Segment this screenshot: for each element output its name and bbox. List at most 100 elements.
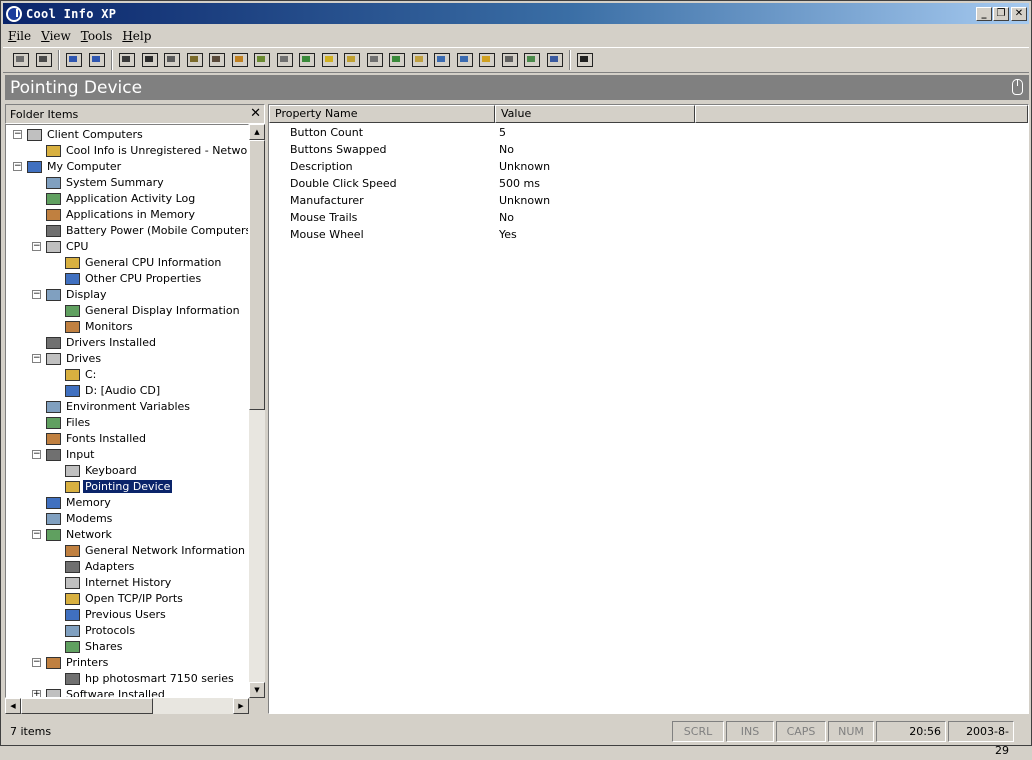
- tree-item[interactable]: − Display: [32, 286, 109, 302]
- toolbar-button-log[interactable]: [140, 50, 160, 70]
- tree-item-label: C:: [85, 367, 97, 381]
- scroll-down-icon[interactable]: ▼: [249, 682, 265, 698]
- toolbar-button-files[interactable]: [320, 50, 340, 70]
- property-name[interactable]: Mouse Wheel: [290, 226, 364, 243]
- toolbar-button-sound[interactable]: [500, 50, 520, 70]
- toolbar-button-adapter[interactable]: [477, 50, 497, 70]
- tree-item[interactable]: General CPU Information: [51, 254, 223, 270]
- toolbar-button-drivers[interactable]: [252, 50, 272, 70]
- title-bar[interactable]: Cool Info XP _ ❐ ✕: [3, 3, 1029, 24]
- tree-item[interactable]: − My Computer: [13, 158, 123, 174]
- tree-item[interactable]: Modems: [32, 510, 114, 526]
- restore-button[interactable]: ❐: [993, 6, 1009, 21]
- menu-item-tools[interactable]: Tools: [76, 29, 118, 43]
- collapse-icon[interactable]: −: [32, 449, 41, 459]
- tree-item[interactable]: Previous Users: [51, 606, 168, 622]
- tree-item[interactable]: + Software Installed: [32, 686, 167, 697]
- tree-item[interactable]: Other CPU Properties: [51, 270, 203, 286]
- tree-item[interactable]: Applications in Memory: [32, 206, 197, 222]
- tree-item[interactable]: Application Activity Log: [32, 190, 197, 206]
- scroll-up-icon[interactable]: ▲: [249, 124, 265, 140]
- tree-item[interactable]: D: [Audio CD]: [51, 382, 162, 398]
- close-pane-icon[interactable]: ✕: [250, 106, 261, 122]
- property-name[interactable]: Description: [290, 158, 353, 175]
- collapse-icon[interactable]: −: [32, 289, 41, 299]
- tree-item[interactable]: Internet History: [51, 574, 173, 590]
- tree-item[interactable]: − Client Computers: [13, 126, 145, 142]
- scroll-right-icon[interactable]: ▶: [233, 698, 249, 714]
- tree-item[interactable]: System Summary: [32, 174, 166, 190]
- tree-item[interactable]: Memory: [32, 494, 113, 510]
- tree-vertical-scrollbar[interactable]: ▲ ▼: [249, 124, 265, 698]
- close-button[interactable]: ✕: [1011, 6, 1027, 21]
- collapse-icon[interactable]: −: [13, 129, 22, 139]
- tree-item[interactable]: General Display Information: [51, 302, 242, 318]
- toolbar-button-printer[interactable]: [11, 50, 31, 70]
- expand-icon[interactable]: +: [32, 689, 41, 697]
- tree-item[interactable]: − Input: [32, 446, 96, 462]
- tree-item[interactable]: Adapters: [51, 558, 136, 574]
- tree-item[interactable]: − CPU: [32, 238, 90, 254]
- menu-item-view[interactable]: View: [36, 29, 76, 43]
- collapse-icon[interactable]: −: [32, 657, 41, 667]
- tree-hscroll-thumb[interactable]: [21, 698, 153, 714]
- tree-item[interactable]: Shares: [51, 638, 124, 654]
- tree-item[interactable]: Keyboard: [51, 462, 139, 478]
- toolbar-button-environment[interactable]: [297, 50, 317, 70]
- toolbar-button-help[interactable]: [575, 50, 595, 70]
- tree-item[interactable]: Drivers Installed: [32, 334, 158, 350]
- column-header-value[interactable]: Value: [495, 105, 695, 123]
- toolbar-separator: [111, 50, 113, 70]
- tree-item[interactable]: Pointing Device: [51, 478, 174, 494]
- toolbar-button-internet[interactable]: [455, 50, 475, 70]
- tree-item[interactable]: − Drives: [32, 350, 103, 366]
- toolbar-button-find[interactable]: [34, 50, 54, 70]
- scroll-left-icon[interactable]: ◀: [5, 698, 21, 714]
- system-summary-icon: [119, 53, 135, 67]
- toolbar-button-network-refresh[interactable]: [87, 50, 107, 70]
- toolbar-button-network[interactable]: [432, 50, 452, 70]
- collapse-icon[interactable]: −: [32, 529, 41, 539]
- tree-item[interactable]: General Network Information: [51, 542, 247, 558]
- tree-scroll-thumb[interactable]: [249, 140, 265, 410]
- toolbar-button-memory[interactable]: [387, 50, 407, 70]
- tree-item[interactable]: Open TCP/IP Ports: [51, 590, 185, 606]
- toolbar-button-input[interactable]: [365, 50, 385, 70]
- property-name[interactable]: Buttons Swapped: [290, 141, 387, 158]
- collapse-icon[interactable]: −: [32, 241, 41, 251]
- collapse-icon[interactable]: −: [13, 161, 22, 171]
- tree-item[interactable]: hp photosmart 7150 series: [51, 670, 236, 686]
- tree-item[interactable]: Fonts Installed: [32, 430, 148, 446]
- toolbar-button-refresh[interactable]: [64, 50, 84, 70]
- collapse-icon[interactable]: −: [32, 353, 41, 363]
- toolbar-button-modem[interactable]: [410, 50, 430, 70]
- property-name[interactable]: Mouse Trails: [290, 209, 357, 226]
- menu-item-file[interactable]: File: [3, 29, 36, 43]
- tree-horizontal-scrollbar[interactable]: ◀ ▶: [5, 698, 249, 714]
- toolbar-button-system-summary[interactable]: [117, 50, 137, 70]
- tree-item[interactable]: − Printers: [32, 654, 110, 670]
- tree-item[interactable]: Battery Power (Mobile Computers): [32, 222, 248, 238]
- toolbar-button-battery[interactable]: [185, 50, 205, 70]
- minimize-button[interactable]: _: [976, 6, 992, 21]
- property-name[interactable]: Button Count: [290, 124, 363, 141]
- tree-item[interactable]: − Network: [32, 526, 114, 542]
- menu-item-help[interactable]: Help: [117, 29, 156, 43]
- tree-item[interactable]: Cool Info is Unregistered - Network V: [32, 142, 248, 158]
- toolbar-button-shares[interactable]: [522, 50, 542, 70]
- column-header-property-name[interactable]: Property Name: [269, 105, 495, 123]
- toolbar-button-software[interactable]: [545, 50, 565, 70]
- toolbar-button-drives[interactable]: [275, 50, 295, 70]
- tree-item[interactable]: Files: [32, 414, 92, 430]
- toolbar-button-cpu[interactable]: [207, 50, 227, 70]
- toolbar-button-fonts[interactable]: [342, 50, 362, 70]
- toolbar-button-display[interactable]: [230, 50, 250, 70]
- tree-item[interactable]: C:: [51, 366, 98, 382]
- property-name[interactable]: Manufacturer: [290, 192, 364, 209]
- app-icon[interactable]: [6, 5, 22, 22]
- tree-item[interactable]: Protocols: [51, 622, 137, 638]
- property-name[interactable]: Double Click Speed: [290, 175, 397, 192]
- toolbar-button-applications[interactable]: [162, 50, 182, 70]
- tree-item[interactable]: Monitors: [51, 318, 135, 334]
- tree-item[interactable]: Environment Variables: [32, 398, 192, 414]
